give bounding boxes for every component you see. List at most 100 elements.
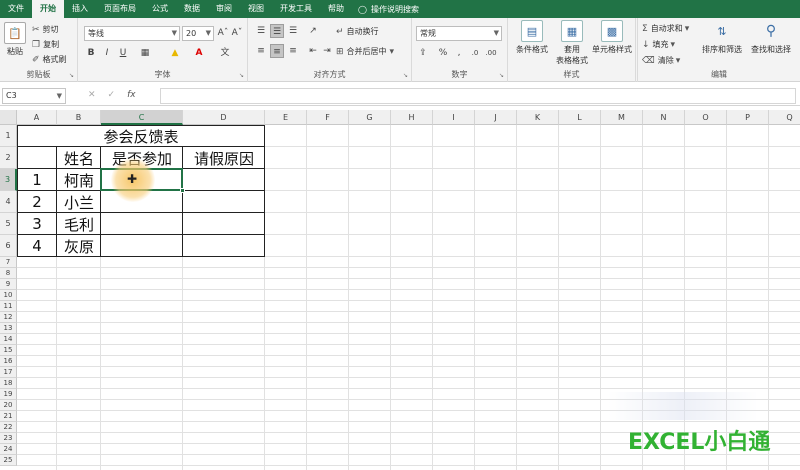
decrease-decimal-icon[interactable]: .00 xyxy=(484,46,498,60)
column-header-c[interactable]: C xyxy=(101,110,183,125)
row-header-22[interactable]: 22 xyxy=(0,422,17,433)
tab-developer[interactable]: 开发工具 xyxy=(272,0,320,18)
column-header-o[interactable]: O xyxy=(685,110,727,125)
row-name-cell[interactable]: 小兰 xyxy=(57,191,101,213)
row-reason-cell[interactable] xyxy=(183,191,265,213)
row-header-18[interactable]: 18 xyxy=(0,378,17,389)
bold-button[interactable]: B xyxy=(84,46,98,60)
clear-button[interactable]: ⌫ 清除 ▾ xyxy=(642,55,683,66)
fill-button[interactable]: ↓ 填充 ▾ xyxy=(642,39,678,50)
row-header-2[interactable]: 2 xyxy=(0,147,17,169)
tab-data[interactable]: 数据 xyxy=(176,0,208,18)
column-header-f[interactable]: F xyxy=(307,110,349,125)
sort-filter-button[interactable]: ⇅ 排序和筛选 xyxy=(698,20,746,55)
merge-center-button[interactable]: ⊞ 合并后居中 ▾ xyxy=(336,46,397,57)
decrease-font-icon[interactable]: Aˇ xyxy=(230,26,244,40)
conditional-format-button[interactable]: ▤ 条件格式 xyxy=(512,20,552,55)
row-header-13[interactable]: 13 xyxy=(0,323,17,334)
row-reason-cell[interactable] xyxy=(183,213,265,235)
row-header-17[interactable]: 17 xyxy=(0,367,17,378)
underline-button[interactable]: U xyxy=(116,46,130,60)
align-center-icon[interactable]: ≡ xyxy=(270,44,284,58)
font-color-icon[interactable]: A xyxy=(192,46,206,60)
header-name-cell[interactable]: 姓名 xyxy=(57,147,101,169)
row-header-3[interactable]: 3 xyxy=(0,169,17,191)
tab-review[interactable]: 审阅 xyxy=(208,0,240,18)
fill-color-icon[interactable]: ▲ xyxy=(168,46,182,60)
row-reason-cell[interactable] xyxy=(183,235,265,257)
name-box[interactable]: C3 ▼ xyxy=(2,88,66,104)
row-header-4[interactable]: 4 xyxy=(0,191,17,213)
insert-function-icon[interactable]: fx xyxy=(127,90,136,100)
italic-button[interactable]: I xyxy=(100,46,114,60)
column-header-h[interactable]: H xyxy=(391,110,433,125)
row-header-12[interactable]: 12 xyxy=(0,312,17,323)
currency-icon[interactable]: ⇪ xyxy=(416,46,430,60)
row-header-7[interactable]: 7 xyxy=(0,257,17,268)
align-top-icon[interactable]: ☰ xyxy=(254,24,268,38)
row-header-10[interactable]: 10 xyxy=(0,290,17,301)
phonetic-icon[interactable]: 文 xyxy=(218,46,232,60)
column-header-n[interactable]: N xyxy=(643,110,685,125)
decrease-indent-icon[interactable]: ⇤ xyxy=(306,44,320,58)
tab-insert[interactable]: 插入 xyxy=(64,0,96,18)
column-header-g[interactable]: G xyxy=(349,110,391,125)
row-number-cell[interactable]: 1 xyxy=(17,169,57,191)
column-header-e[interactable]: E xyxy=(265,110,307,125)
cancel-icon[interactable]: ✕ xyxy=(88,90,96,100)
column-header-b[interactable]: B xyxy=(57,110,101,125)
border-icon[interactable]: ▦ xyxy=(138,46,152,60)
column-header-m[interactable]: M xyxy=(601,110,643,125)
align-middle-icon[interactable]: ☰ xyxy=(270,24,284,38)
fill-handle[interactable] xyxy=(180,188,185,193)
increase-indent-icon[interactable]: ⇥ xyxy=(320,44,334,58)
column-header-a[interactable]: A xyxy=(17,110,57,125)
launcher-icon[interactable]: ↘ xyxy=(403,72,408,79)
header-reason-cell[interactable]: 请假原因 xyxy=(183,147,265,169)
font-name-select[interactable]: 等线 ▼ xyxy=(84,26,180,41)
column-header-l[interactable]: L xyxy=(559,110,601,125)
row-header-9[interactable]: 9 xyxy=(0,279,17,290)
row-reason-cell[interactable] xyxy=(183,169,265,191)
tab-home[interactable]: 开始 xyxy=(32,0,64,18)
row-attend-cell[interactable] xyxy=(101,213,183,235)
row-header-15[interactable]: 15 xyxy=(0,345,17,356)
tab-view[interactable]: 视图 xyxy=(240,0,272,18)
row-number-cell[interactable]: 2 xyxy=(17,191,57,213)
row-header-25[interactable]: 25 xyxy=(0,455,17,466)
row-header-20[interactable]: 20 xyxy=(0,400,17,411)
column-header-q[interactable]: Q xyxy=(769,110,800,125)
row-attend-cell[interactable] xyxy=(101,235,183,257)
select-all-corner[interactable] xyxy=(0,110,17,125)
row-header-16[interactable]: 16 xyxy=(0,356,17,367)
table-title-cell[interactable]: 参会反馈表 xyxy=(17,125,265,147)
tell-me-search[interactable]: 操作说明搜索 xyxy=(371,4,419,15)
cut-button[interactable]: ✂ 剪切 xyxy=(32,24,59,35)
row-header-6[interactable]: 6 xyxy=(0,235,17,257)
row-name-cell[interactable]: 柯南 xyxy=(57,169,101,191)
launcher-icon[interactable]: ↘ xyxy=(239,72,244,79)
number-format-select[interactable]: 常规 ▼ xyxy=(416,26,502,41)
row-name-cell[interactable]: 灰原 xyxy=(57,235,101,257)
align-bottom-icon[interactable]: ☰ xyxy=(286,24,300,38)
autosum-button[interactable]: Σ 自动求和 ▾ xyxy=(642,23,692,34)
row-header-21[interactable]: 21 xyxy=(0,411,17,422)
find-select-button[interactable]: ⚲ 查找和选择 xyxy=(746,20,796,55)
row-header-11[interactable]: 11 xyxy=(0,301,17,312)
percent-icon[interactable]: % xyxy=(436,46,450,60)
row-header-19[interactable]: 19 xyxy=(0,389,17,400)
row-header-14[interactable]: 14 xyxy=(0,334,17,345)
confirm-icon[interactable]: ✓ xyxy=(108,90,116,100)
row-header-1[interactable]: 1 xyxy=(0,125,17,147)
formula-input[interactable] xyxy=(160,88,796,104)
format-as-table-button[interactable]: ▦ 套用 表格格式 xyxy=(552,20,592,66)
increase-decimal-icon[interactable]: .0 xyxy=(468,46,482,60)
row-header-5[interactable]: 5 xyxy=(0,213,17,235)
row-name-cell[interactable]: 毛利 xyxy=(57,213,101,235)
copy-button[interactable]: ❐ 复制 xyxy=(32,39,59,50)
row-header-8[interactable]: 8 xyxy=(0,268,17,279)
column-header-p[interactable]: P xyxy=(727,110,769,125)
tab-file[interactable]: 文件 xyxy=(0,0,32,18)
align-left-icon[interactable]: ≡ xyxy=(254,44,268,58)
comma-icon[interactable]: , xyxy=(452,46,466,60)
